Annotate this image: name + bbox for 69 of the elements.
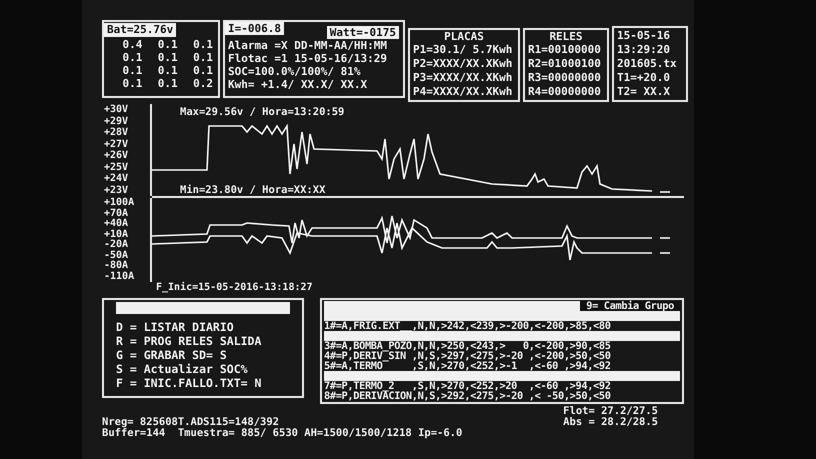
status-line: SOC=100.0%/100%/ 81% (228, 65, 362, 78)
cell-value: 0.4 (121, 38, 142, 51)
relay-rule-row-text: 8#=P,DERIVACION,N,S,>292,<275,>-20 ,< -50,>50,<50 (324, 391, 612, 401)
status-text: Nreg= 825608T.ADS115=148/392 (102, 417, 280, 428)
status-line: Flotac =1 15-05-16/13:29 (228, 52, 388, 65)
info-line: P4=XXXX/XX.XKwh (413, 85, 514, 99)
axis-label: -110A (104, 272, 136, 282)
change-group-hint: 9= Cambia Grupo (580, 301, 680, 311)
menu-item[interactable]: S = Actualizar SOC% (116, 362, 290, 376)
axis-label: +24V (104, 173, 130, 184)
cell-value: 0.1 (156, 77, 178, 90)
status-line: Alarma =X DD-MM-AA/HH:MM (228, 39, 388, 52)
info-line: T2= XX.X (617, 85, 671, 99)
relay-rule-row-text: 7#=P,TERMO_2 ,S,N,>270,<252,>20 ,<-60 ,>94,<92 (324, 381, 612, 391)
min-voltage-label: Min=23.80v / Hora=XX:XX (180, 184, 326, 196)
current-reading: I=-006.8 (225, 22, 284, 35)
charge-setpoint: Abs = 28.2/28.5 (563, 417, 658, 428)
cell-value: 0.1 (156, 38, 178, 51)
axis-label: -20A (104, 240, 130, 250)
relay-rule-row-text: 5#=A,TERMO ,S,N,>270,<252,>-1 ,<-60 ,>94,<92 (324, 361, 612, 371)
axis-label: +29V (104, 116, 130, 127)
axis-label: +70A (104, 208, 130, 218)
info-line: 201605.tx (617, 57, 678, 71)
info-line: R4=00000000 (528, 85, 602, 99)
menu-item[interactable]: F = INIC.FALLO.TXT= N (116, 376, 290, 390)
relay-rule-row-text: 3#=A,BOMBA_POZO,N,N,>250,<243,> 0,<-200,>90,<85 (324, 341, 612, 351)
info-line: P2=XXXX/XX.XKwh (413, 57, 514, 71)
axis-label: +23V (104, 184, 130, 196)
axis-label: -80A (104, 261, 130, 272)
cell-value: 0.1 (156, 51, 178, 64)
info-line: R2=01000100 (528, 57, 602, 71)
cell-value: 0.1 (192, 64, 213, 77)
cell-value: 0.2 (192, 77, 213, 90)
battery-voltage: Bat=25.76v (104, 23, 176, 37)
axis-label: +26V (104, 150, 130, 162)
panel-title: PLACAS (443, 31, 485, 43)
status-line: Kwh= +1.4/ XX.X/ XX.X (228, 78, 368, 91)
status-text: Buffer=144 Tmuestra= 885/ 6530 AH=1500/1500/1218 Ip=-6.0 (102, 428, 462, 439)
cell-value: 0.1 (121, 77, 142, 90)
axis-label: +100A (104, 198, 136, 208)
cell-value: 0.1 (192, 38, 213, 51)
relay-rule-row-text: 1#=A,FRIG.EXT__,N,N,>242,<239,>-200,<-200,>85,<80 (324, 321, 612, 331)
axis-label: -50A (104, 250, 130, 260)
axis-label: +30V (104, 104, 130, 116)
info-line: R3=00000000 (528, 71, 602, 85)
relay-rule-row-text: 4#=P,DERIV_SIN ,N,S,>297,<275,>-20 ,<-200,>50,<50 (324, 351, 612, 361)
cell-value: 0.1 (156, 64, 178, 77)
axis-label: +25V (104, 162, 130, 173)
panel-title: RELES (548, 31, 584, 43)
power-reading: Watt=-0175 (326, 26, 399, 39)
cell-value: 0.1 (121, 64, 142, 77)
info-line: R1=00100000 (528, 43, 602, 57)
axis-label: +10A (104, 230, 130, 240)
charge-setpoint: Flot= 27.2/27.5 (563, 406, 658, 417)
axis-label: +28V (104, 127, 130, 138)
start-date-label: F_Inic=15-05-2016-13:18:27 (156, 282, 313, 294)
menu-item[interactable]: R = PROG RELES SALIDA (116, 334, 290, 348)
cell-value: 0.1 (121, 51, 142, 64)
info-line: 15-05-16 (617, 29, 671, 43)
max-voltage-label: Max=29.56v / Hora=13:20:59 (180, 106, 344, 118)
info-line: 13:29:20 (617, 43, 671, 57)
axis-label: +40A (104, 219, 130, 230)
cell-value: 0.1 (192, 51, 213, 64)
info-line: P1=30.1/ 5.7Kwh (413, 43, 514, 57)
menu-item[interactable]: G = GRABAR SD= S (116, 348, 290, 362)
info-line: P3=XXXX/XX.XKwh (413, 71, 514, 85)
menu-item[interactable]: D = LISTAR DIARIO (116, 320, 290, 334)
info-line: T1=+20.0 (617, 71, 671, 85)
axis-label: +27V (104, 138, 130, 150)
